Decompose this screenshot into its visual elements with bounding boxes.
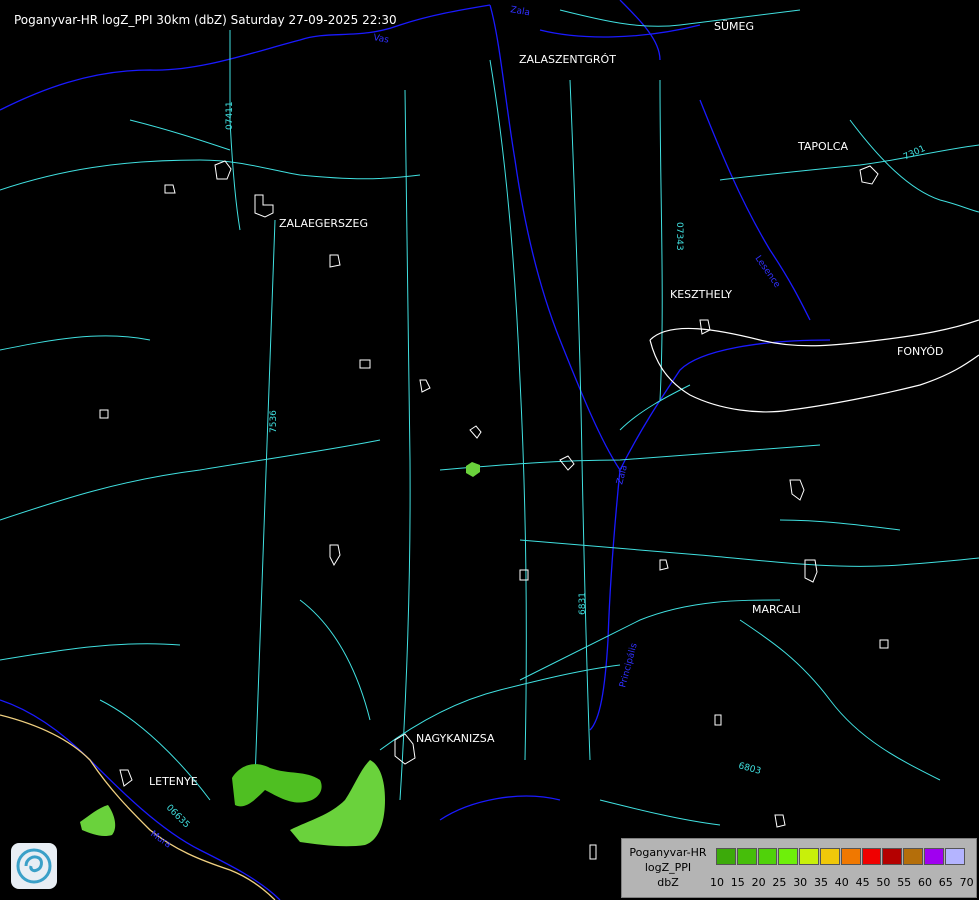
city-label-zalaegerszeg: ZALAEGERSZEG — [279, 217, 368, 230]
legend-swatch — [923, 848, 944, 865]
legend-title: Poganyvar-HR logZ_PPI dbZ — [622, 845, 714, 890]
road-label-07411: 07411 — [225, 101, 235, 130]
legend-tick: 30 — [793, 876, 808, 889]
legend-swatch — [819, 848, 840, 865]
radar-map: SÜMEG ZALASZENTGRÓT TAPOLCA ZALAEGERSZEG… — [0, 0, 979, 900]
legend-tick: 10 — [710, 876, 724, 889]
legend-swatch — [736, 848, 757, 865]
legend-product-name: logZ_PPI — [644, 861, 692, 874]
legend-swatch — [840, 848, 861, 865]
city-label-letenye: LETENYE — [149, 775, 198, 788]
legend-swatch — [903, 848, 923, 865]
road-label-7536: 7536 — [269, 410, 279, 433]
legend-tick: 15 — [730, 876, 745, 889]
legend-unit: dbZ — [657, 876, 679, 889]
legend-swatch — [944, 848, 965, 865]
legend-tick: 50 — [876, 876, 891, 889]
legend-swatch — [882, 848, 903, 865]
legend-swatch — [778, 848, 799, 865]
city-label-sumeg: SÜMEG — [714, 20, 754, 33]
legend-tick: 20 — [751, 876, 766, 889]
city-label-fonyod: FONYÓD — [897, 345, 943, 358]
map-title: Poganyvar-HR logZ_PPI 30km (dbZ) Saturda… — [14, 13, 397, 27]
city-label-marcali: MARCALI — [752, 603, 801, 616]
legend-tick: 35 — [814, 876, 828, 889]
city-label-zalaszentgrot: ZALASZENTGRÓT — [519, 53, 616, 66]
city-label-keszthely: KESZTHELY — [670, 288, 732, 301]
legend-tick: 45 — [855, 876, 870, 889]
legend-tick: 40 — [834, 876, 849, 889]
city-label-nagykanizsa: NAGYKANIZSA — [416, 732, 495, 745]
legend-tick: 70 — [959, 876, 974, 889]
met-service-swirl-icon — [11, 843, 57, 889]
legend-tick: 55 — [897, 876, 912, 889]
legend-swatch — [716, 848, 736, 865]
legend-swatch — [861, 848, 882, 865]
legend-color-scale — [716, 848, 966, 865]
legend-radar-name: Poganyvar-HR — [629, 846, 707, 859]
legend-tick: 65 — [938, 876, 953, 889]
legend-tick: 60 — [918, 876, 932, 889]
legend-swatch — [799, 848, 819, 865]
legend-tick: 25 — [772, 876, 787, 889]
road-label-6831: 6831 — [578, 592, 588, 615]
legend-swatch — [757, 848, 778, 865]
dbz-legend: Poganyvar-HR logZ_PPI dbZ 10 15 20 25 30 35 40… — [621, 838, 977, 898]
city-label-tapolca: TAPOLCA — [797, 140, 848, 153]
road-label-07343: 07343 — [674, 222, 684, 251]
